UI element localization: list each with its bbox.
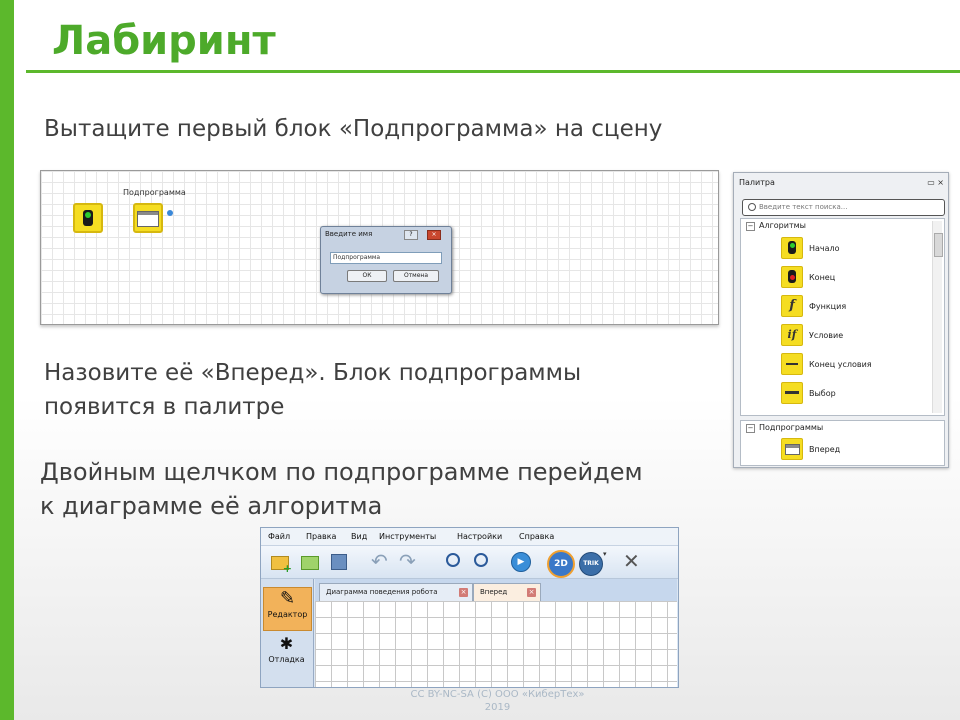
chevron-down-icon[interactable]: ▾ [603,550,607,558]
zoom-out-icon[interactable] [471,550,493,572]
group-algorithms[interactable]: Алгоритмы [759,221,806,230]
palette-subprogram-block[interactable] [781,438,803,460]
initial-node-block[interactable] [73,203,103,233]
menu-settings[interactable]: Настройки [457,532,502,541]
subprograms-list[interactable]: − Подпрограммы Вперед [740,420,945,466]
traffic-light-green-icon [788,241,796,254]
subprogram-label: Подпрограмма [123,188,186,197]
function-icon[interactable]: f [781,295,803,317]
debug-mode-label: Отладка [268,655,305,664]
close-button[interactable]: × [427,230,441,240]
traffic-light-red-icon [788,270,796,283]
step3-line1: Двойным щелчком по подпрограмме перейдем [40,458,643,486]
palette-panel: Палитра ▭ × Введите текст поиска... − Ал… [733,172,949,468]
connection-port[interactable] [167,210,173,216]
editor-canvas[interactable] [315,601,677,687]
search-icon [748,203,756,211]
window-icon [137,211,159,227]
palette-scrollbar[interactable] [932,221,943,413]
float-close-icons[interactable]: ▭ × [927,178,944,187]
menu-file[interactable]: Файл [268,532,290,541]
step2-line1: Назовите её «Вперед». Блок подпрограммы [44,360,582,386]
editor-mode-label: Редактор [267,610,308,619]
toolbar: + ↶ ↷ ▶ 2D TRIK▾ ✕ [261,546,678,579]
palette-item-switch[interactable]: Выбор [809,389,836,398]
mode-2d-label: 2D [547,550,575,578]
trik-button[interactable]: TRIK▾ [579,550,609,576]
palette-list[interactable]: − Алгоритмы Начало Конец f Функция if Ус… [740,218,945,416]
step3-text: Двойным щелчком по подпрограмме перейдем… [40,455,720,523]
palette-item-end-condition[interactable]: Конец условия [809,360,872,369]
scroll-thumb[interactable] [934,233,943,257]
step2-line2: появится в палитре [44,394,285,420]
group-subprograms[interactable]: Подпрограммы [759,423,823,432]
collapse-icon[interactable]: − [746,222,755,231]
trik-label: TRIK [579,552,603,576]
slide-title: Лабиринт [52,18,276,64]
step3-line2: к диаграмме её алгоритма [40,492,383,520]
step2-text: Назовите её «Вперед». Блок подпрограммы … [44,356,581,424]
search-placeholder: Введите текст поиска... [759,203,848,211]
tab-strip: Диаграмма поведения робота × Вперед × [315,579,677,601]
save-icon[interactable] [331,550,353,572]
palette-start-block[interactable] [781,237,803,259]
close-icon[interactable]: × [459,588,468,597]
palette-item-forward[interactable]: Вперед [809,445,840,454]
footer-license: CC BY-NC-SA (C) ООО «КиберТех» [410,689,585,700]
tab-forward-label: Вперед [480,588,508,596]
palette-search[interactable]: Введите текст поиска... [742,199,945,216]
name-input[interactable]: Подпрограмма [330,252,442,264]
tab-robot-diagram[interactable]: Диаграмма поведения робота × [319,583,473,601]
footer: CC BY-NC-SA (C) ООО «КиберТех» 2019 [385,688,610,714]
subprogram-block[interactable] [133,203,163,233]
condition-icon[interactable]: if [781,324,803,346]
menu-bar: Файл Правка Вид Инструменты Настройки Сп… [261,528,678,546]
undo-icon[interactable]: ↶ [371,550,393,572]
traffic-light-green-icon [83,210,93,226]
redo-icon[interactable]: ↷ [399,550,421,572]
side-panel: ✎ Редактор ✱ Отладка [261,579,314,687]
tab-robot-diagram-label: Диаграмма поведения робота [326,588,438,596]
menu-view[interactable]: Вид [351,532,367,541]
bug-icon: ✱ [279,634,294,653]
help-button[interactable]: ? [404,230,418,240]
menu-tools[interactable]: Инструменты [379,532,436,541]
step1-text: Вытащите первый блок «Подпрограмма» на с… [44,116,663,142]
mode-2d-button[interactable]: 2D [547,550,575,578]
debug-mode-button[interactable]: ✱ Отладка [263,633,310,675]
collapse-icon[interactable]: − [746,424,755,433]
title-underline [26,70,960,73]
dialog-title: Введите имя [325,230,373,238]
editor-mode-button[interactable]: ✎ Редактор [263,587,312,631]
window-icon [784,444,800,455]
palette-item-start[interactable]: Начало [809,244,840,253]
end-condition-icon[interactable] [781,353,803,375]
run-icon[interactable]: ▶ [511,550,533,572]
close-icon[interactable]: × [527,588,536,597]
zoom-in-icon[interactable] [443,550,465,572]
editor-window: Файл Правка Вид Инструменты Настройки Сп… [260,527,679,688]
new-file-icon[interactable]: + [271,550,293,574]
palette-title: Палитра [739,178,775,187]
accent-bar [0,0,14,720]
open-file-icon[interactable] [301,550,323,572]
switch-icon[interactable] [781,382,803,404]
menu-edit[interactable]: Правка [306,532,336,541]
palette-end-block[interactable] [781,266,803,288]
palette-item-end[interactable]: Конец [809,273,835,282]
cancel-button[interactable]: Отмена [393,270,439,282]
name-dialog: Введите имя ? × Подпрограмма ОК Отмена [320,226,452,294]
footer-year: 2019 [484,702,511,713]
palette-item-function[interactable]: Функция [809,302,846,311]
menu-help[interactable]: Справка [519,532,554,541]
tab-forward[interactable]: Вперед × [473,583,541,601]
ok-button[interactable]: ОК [347,270,387,282]
tools-icon[interactable]: ✕ [623,550,645,572]
palette-item-condition[interactable]: Условие [809,331,843,340]
pencil-icon: ✎ [279,588,296,609]
